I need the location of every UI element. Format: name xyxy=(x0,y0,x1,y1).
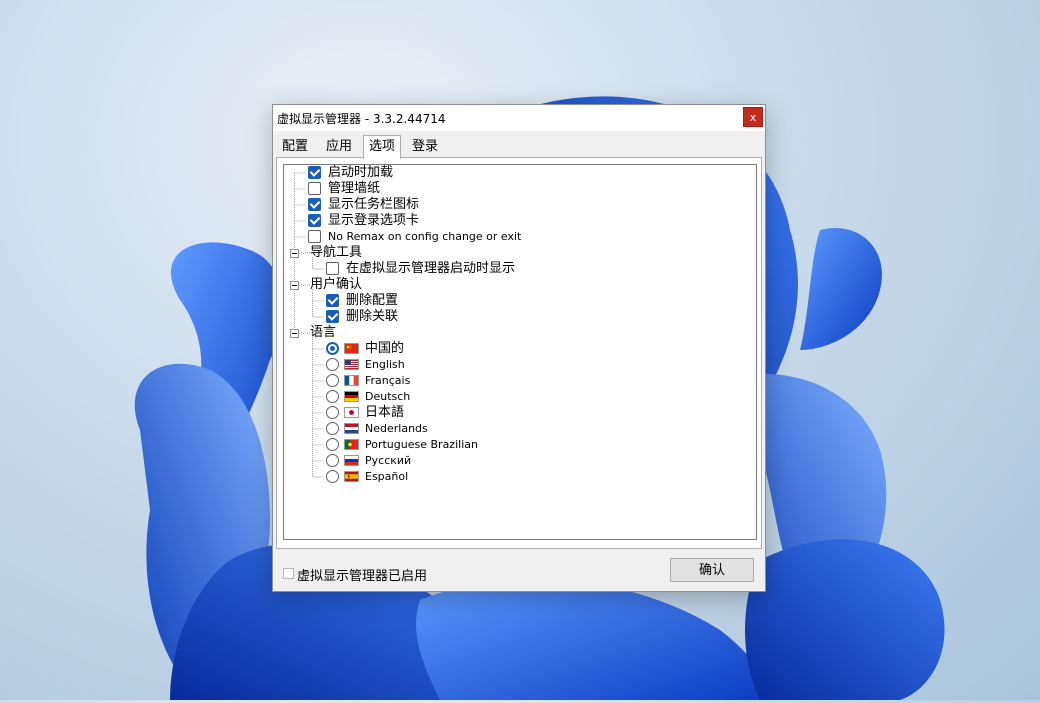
collapse-icon[interactable] xyxy=(290,281,299,290)
language-radio-chinese[interactable] xyxy=(326,342,339,355)
tab-apps[interactable]: 应用 xyxy=(321,137,357,157)
language-item-label: Русский xyxy=(365,454,412,467)
language-radio-french[interactable] xyxy=(326,374,339,387)
tab-config[interactable]: 配置 xyxy=(277,137,313,157)
language-radio-german[interactable] xyxy=(326,390,339,403)
startup-load-checkbox[interactable] xyxy=(308,166,321,179)
language-radio-english[interactable] xyxy=(326,358,339,371)
fr-flag-icon xyxy=(344,375,359,386)
de-flag-icon xyxy=(344,391,359,402)
es-flag-icon xyxy=(344,471,359,482)
tab-options[interactable]: 选项 xyxy=(363,135,402,159)
manage-wallpaper-label: 管理墙纸 xyxy=(328,181,381,196)
jp-flag-icon xyxy=(344,407,359,418)
no-remax-checkbox[interactable] xyxy=(308,230,321,243)
manager-enabled-label: 虚拟显示管理器已启用 xyxy=(297,569,428,584)
delete-association-label: 删除关联 xyxy=(346,309,399,324)
window-title: 虚拟显示管理器 - 3.3.2.44714 xyxy=(277,112,446,126)
language-item-label: Deutsch xyxy=(365,390,411,403)
close-button[interactable]: x xyxy=(743,107,763,127)
no-remax-label: No Remax on config change or exit xyxy=(328,230,522,243)
pt-flag-icon xyxy=(344,439,359,450)
ok-button[interactable]: 确认 xyxy=(670,558,754,582)
tab-login[interactable]: 登录 xyxy=(407,137,443,157)
nl-flag-icon xyxy=(344,423,359,434)
taskbar-icon-label: 显示任务栏图标 xyxy=(328,197,420,212)
user-confirm-label: 用户确认 xyxy=(310,277,363,292)
collapse-icon[interactable] xyxy=(290,329,299,338)
language-item-label: Français xyxy=(365,374,411,387)
manage-wallpaper-checkbox[interactable] xyxy=(308,182,321,195)
language-radio-russian[interactable] xyxy=(326,454,339,467)
login-tab-checkbox[interactable] xyxy=(308,214,321,227)
language-item-label: Español xyxy=(365,470,409,483)
collapse-icon[interactable] xyxy=(290,249,299,258)
manager-enabled-checkbox[interactable] xyxy=(283,568,294,579)
cn-flag-icon xyxy=(344,343,359,354)
options-tree[interactable]: 启动时加载 管理墙纸 显示任务栏图标 显示登录选项卡 No Remax on c… xyxy=(283,164,757,540)
us-flag-icon xyxy=(344,359,359,370)
language-item-label: Portuguese Brazilian xyxy=(365,438,478,451)
nav-show-on-start-checkbox[interactable] xyxy=(326,262,339,275)
delete-association-checkbox[interactable] xyxy=(326,310,339,323)
options-tab-panel: 启动时加载 管理墙纸 显示任务栏图标 显示登录选项卡 No Remax on c… xyxy=(276,157,762,549)
language-item-label: 中国的 xyxy=(365,341,405,356)
nav-show-on-start-label: 在虚拟显示管理器启动时显示 xyxy=(346,261,516,276)
ru-flag-icon xyxy=(344,455,359,466)
nav-tools-label: 导航工具 xyxy=(310,245,363,260)
login-tab-label: 显示登录选项卡 xyxy=(328,213,420,228)
language-radio-portuguese[interactable] xyxy=(326,438,339,451)
language-item-label: English xyxy=(365,358,405,371)
delete-config-label: 删除配置 xyxy=(346,293,399,308)
language-radio-dutch[interactable] xyxy=(326,422,339,435)
language-item-label: Nederlands xyxy=(365,422,428,435)
title-bar[interactable]: 虚拟显示管理器 - 3.3.2.44714 x xyxy=(273,105,765,131)
language-radio-japanese[interactable] xyxy=(326,406,339,419)
language-item-label: 日本語 xyxy=(365,405,405,420)
taskbar-icon-checkbox[interactable] xyxy=(308,198,321,211)
language-label: 语言 xyxy=(310,325,337,340)
delete-config-checkbox[interactable] xyxy=(326,294,339,307)
language-radio-spanish[interactable] xyxy=(326,470,339,483)
app-window: 虚拟显示管理器 - 3.3.2.44714 x 配置 应用 选项 登录 启动时加… xyxy=(272,104,766,592)
startup-load-label: 启动时加载 xyxy=(328,165,394,180)
